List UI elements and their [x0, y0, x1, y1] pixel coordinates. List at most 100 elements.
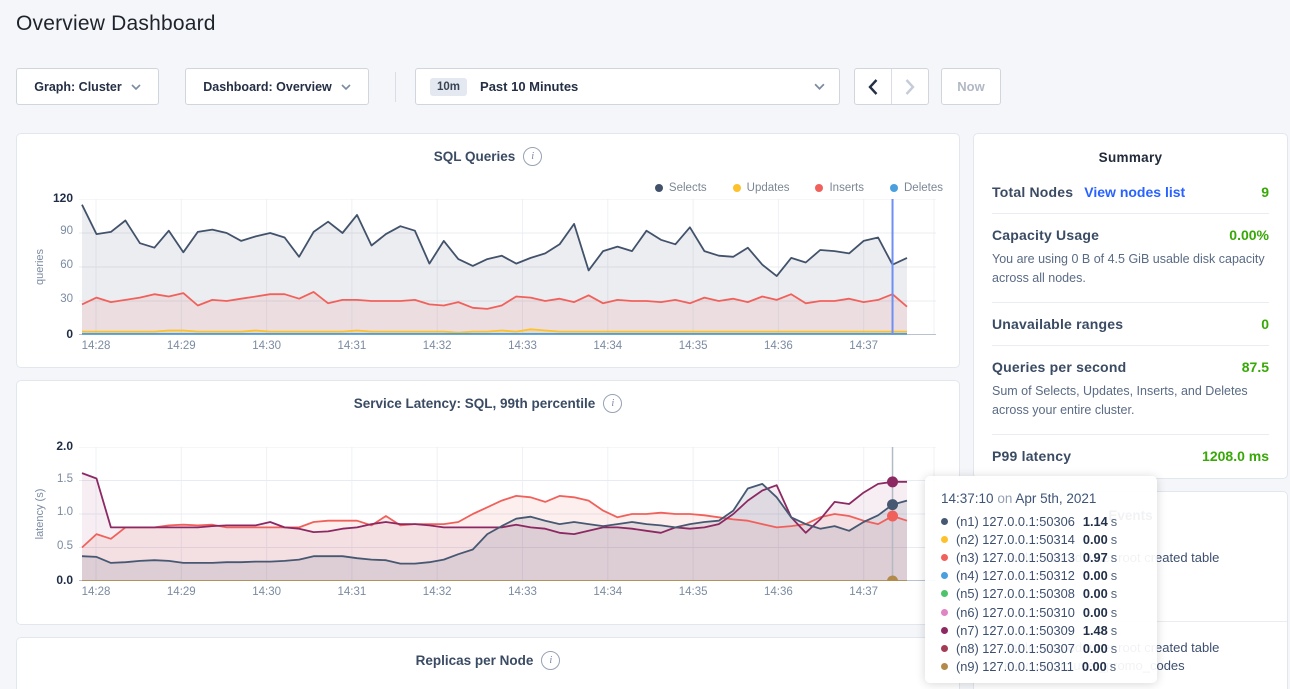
tooltip-node-label: (n2) 127.0.0.1:50314 [956, 532, 1075, 547]
graph-dropdown[interactable]: Graph: Cluster [16, 68, 159, 105]
page-title: Overview Dashboard [16, 12, 216, 36]
legend-item[interactable]: Updates [733, 182, 790, 194]
summary-row-top: P99 latency 1208.0 ms [992, 448, 1269, 464]
sql-queries-panel: SQL Queries i Selects Updates Inserts Delet… [16, 133, 960, 368]
tooltip-node-value: 0.97 [1083, 550, 1108, 565]
plot-svg[interactable] [79, 199, 936, 335]
legend-label: Updates [747, 182, 790, 194]
x-axis-tick: 14:30 [252, 340, 281, 352]
tooltip-node-value: 1.48 [1083, 623, 1108, 638]
summary-label: Total Nodes [992, 184, 1073, 200]
legend-item[interactable]: Selects [655, 182, 707, 194]
tooltip-row: (n4) 127.0.0.1:503120.00s [941, 567, 1141, 585]
summary-value: 1208.0 ms [1202, 448, 1269, 464]
tooltip-node-value: 0.00 [1083, 568, 1108, 583]
legend-item[interactable]: Inserts [815, 182, 864, 194]
info-icon[interactable]: i [523, 147, 542, 166]
time-range-dropdown[interactable]: 10m Past 10 Minutes [415, 68, 840, 105]
x-axis-tick: 14:30 [252, 586, 281, 598]
legend-label: Selects [669, 182, 707, 194]
y-axis-tick: 0.0 [37, 573, 73, 587]
now-button[interactable]: Now [941, 68, 1001, 105]
tooltip-node-label: (n6) 127.0.0.1:50310 [956, 605, 1075, 620]
tooltip-row: (n8) 127.0.0.1:503070.00s [941, 639, 1141, 657]
tooltip-node-unit: s [1111, 550, 1117, 565]
y-axis-label: queries [34, 249, 46, 285]
tooltip-rows: (n1) 127.0.0.1:503061.14s (n2) 127.0.0.1:… [941, 512, 1141, 676]
x-axis-tick: 14:36 [764, 340, 793, 352]
x-axis-tick: 14:32 [423, 340, 452, 352]
controls-divider [395, 72, 396, 102]
tooltip-node-unit: s [1111, 623, 1117, 638]
y-axis-label: latency (s) [34, 489, 46, 540]
summary-label: Unavailable ranges [992, 316, 1123, 332]
time-nav-group [854, 68, 929, 105]
tooltip-row: (n1) 127.0.0.1:503061.14s [941, 512, 1141, 530]
time-range-badge: 10m [430, 78, 467, 96]
x-axis-tick: 14:35 [679, 586, 708, 598]
service-latency-panel: Service Latency: SQL, 99th percentile i … [16, 380, 960, 625]
summary-value: 87.5 [1242, 359, 1269, 375]
summary-rows: Total Nodes View nodes list 9 Capacity Usag… [974, 171, 1287, 477]
chart-title-row: SQL Queries i [17, 147, 959, 166]
sql-queries-plot[interactable]: 030609012014:2814:2914:3014:3114:3214:33… [79, 199, 936, 335]
node-color-dot [941, 590, 948, 597]
node-color-dot [941, 645, 948, 652]
y-axis-tick: 90 [37, 225, 73, 237]
tooltip-node-unit: s [1111, 605, 1117, 620]
view-nodes-list-link[interactable]: View nodes list [1084, 184, 1185, 200]
summary-label: P99 latency [992, 448, 1071, 464]
summary-subtext: Sum of Selects, Updates, Inserts, and De… [992, 382, 1269, 421]
chart-title: Replicas per Node [416, 653, 534, 668]
summary-row: Total Nodes View nodes list 9 [992, 171, 1269, 213]
tooltip-row: (n3) 127.0.0.1:50313 0.97s [941, 548, 1141, 566]
legend-item[interactable]: Deletes [890, 182, 943, 194]
x-axis-tick: 14:28 [82, 586, 111, 598]
summary-title: Summary [974, 150, 1287, 165]
chart-title-row: Service Latency: SQL, 99th percentile i [17, 394, 959, 413]
chevron-down-icon [341, 84, 351, 90]
legend-dot [655, 184, 663, 192]
y-axis-tick: 120 [37, 191, 73, 205]
tooltip-node-value: 0.00 [1083, 605, 1108, 620]
tooltip-node-unit: s [1111, 514, 1117, 529]
service-latency-plot[interactable]: 0.00.51.01.52.014:2814:2914:3014:3114:32… [79, 447, 936, 581]
chart-legend: Selects Updates Inserts Deletes [655, 182, 943, 194]
x-axis-tick: 14:36 [764, 586, 793, 598]
legend-dot [733, 184, 741, 192]
time-range-label: Past 10 Minutes [480, 79, 578, 94]
x-axis-tick: 14:28 [82, 340, 111, 352]
chevron-down-icon [814, 83, 825, 90]
tooltip-node-label: (n9) 127.0.0.1:50311 [956, 659, 1074, 674]
tooltip-node-label: (n5) 127.0.0.1:50308 [956, 586, 1075, 601]
info-icon[interactable]: i [541, 651, 560, 670]
y-axis-tick: 1.5 [37, 473, 73, 485]
x-axis-tick: 14:34 [593, 340, 622, 352]
tooltip-node-label: (n3) 127.0.0.1:50313 [956, 550, 1075, 565]
summary-row: P99 latency 1208.0 ms [992, 434, 1269, 477]
x-axis-tick: 14:37 [849, 340, 878, 352]
info-icon[interactable]: i [603, 394, 622, 413]
tooltip-timestamp: 14:37:10 on Apr 5th, 2021 [941, 491, 1141, 506]
node-color-dot [941, 572, 948, 579]
time-prev-button[interactable] [855, 69, 891, 104]
y-axis-tick: 0.5 [37, 540, 73, 552]
replicas-per-node-panel: Replicas per Node i [16, 637, 960, 689]
summary-value: 0 [1261, 316, 1269, 332]
summary-label: Capacity Usage [992, 227, 1099, 243]
chevron-left-icon [868, 79, 878, 95]
tooltip-node-value: 0.00 [1083, 641, 1108, 656]
summary-value: 9 [1261, 184, 1269, 200]
x-axis-tick: 14:33 [508, 340, 537, 352]
chart-title: SQL Queries [434, 149, 516, 164]
dashboard-dropdown[interactable]: Dashboard: Overview [185, 68, 369, 105]
time-next-button[interactable] [891, 69, 928, 104]
tooltip-node-unit: s [1110, 659, 1116, 674]
summary-row: Queries per second87.5 Sum of Selects, Up… [992, 345, 1269, 434]
tooltip-row: (n5) 127.0.0.1:503080.00s [941, 585, 1141, 603]
plot-svg[interactable] [79, 447, 936, 581]
tooltip-node-value: 0.00 [1083, 532, 1108, 547]
tooltip-node-label: (n4) 127.0.0.1:50312 [956, 568, 1075, 583]
summary-row-top: Total Nodes View nodes list 9 [992, 184, 1269, 200]
summary-row-top: Queries per second87.5 [992, 359, 1269, 375]
